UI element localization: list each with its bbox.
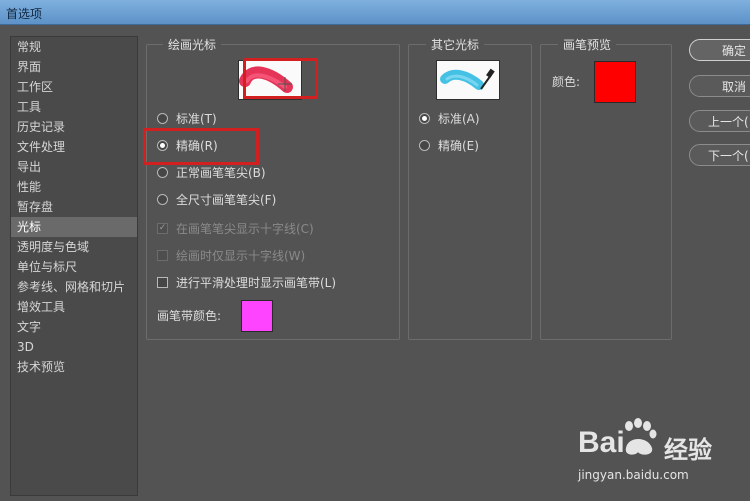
watermark-url: jingyan.baidu.com: [578, 468, 689, 482]
sidebar-item-plugins[interactable]: 增效工具: [11, 297, 137, 317]
radio-standard-t[interactable]: [157, 113, 168, 124]
other-cursor-standard[interactable]: 标准(A): [419, 109, 480, 129]
sidebar-item-file-handling[interactable]: 文件处理: [11, 137, 137, 157]
checkbox-only-crosshair-w: [157, 250, 168, 261]
highlight-precise-option: [143, 128, 259, 165]
checkbox-label: 在画笔笔尖显示十字线(C): [176, 222, 314, 236]
brush-preview-color-swatch[interactable]: [594, 61, 636, 103]
eyedropper-preview-icon: [440, 68, 495, 90]
highlight-preview-box: [243, 58, 318, 99]
other-cursor-precise[interactable]: 精确(E): [419, 136, 479, 156]
option-label: 精确(E): [438, 139, 479, 153]
option-label: 全尺寸画笔笔尖(F): [176, 193, 277, 207]
other-cursors-title: 其它光标: [426, 36, 485, 53]
checkbox-brush-leash-l[interactable]: [157, 277, 168, 288]
radio-standard-a[interactable]: [419, 113, 430, 124]
sidebar-item-workspace[interactable]: 工作区: [11, 77, 137, 97]
sidebar-item-history[interactable]: 历史记录: [11, 117, 137, 137]
checkbox-label: 绘画时仅显示十字线(W): [176, 249, 306, 263]
other-cursors-group: 其它光标 标准(A) 精确(E): [408, 36, 532, 340]
watermark-brand-cn: 经验: [664, 436, 712, 464]
window-title-bar: 首选项: [0, 0, 750, 25]
painting-cursor-full-size-brush-tip[interactable]: 全尺寸画笔笔尖(F): [157, 190, 276, 210]
sidebar-item-cursors[interactable]: 光标: [11, 217, 137, 237]
show-brush-leash-while-smoothing[interactable]: 进行平滑处理时显示画笔带(L): [157, 273, 336, 293]
painting-cursor-normal-brush-tip[interactable]: 正常画笔笔尖(B): [157, 163, 266, 183]
option-label: 标准(A): [438, 112, 480, 126]
sidebar-item-technology-previews[interactable]: 技术预览: [11, 357, 137, 377]
previous-button[interactable]: 上一个(: [689, 110, 750, 132]
painting-cursors-title: 绘画光标: [163, 36, 222, 53]
baidu-jingyan-watermark: Bai 经验 jingyan.baidu.com: [578, 418, 750, 488]
brush-preview-color-label: 颜色:: [552, 75, 581, 89]
option-label: 正常画笔笔尖(B): [176, 166, 266, 180]
sidebar-item-export[interactable]: 导出: [11, 157, 137, 177]
radio-full-size-brush-tip-f[interactable]: [157, 194, 168, 205]
sidebar-item-units-rulers[interactable]: 单位与标尺: [11, 257, 137, 277]
brush-leash-color-swatch[interactable]: [241, 300, 273, 332]
window-title: 首选项: [6, 7, 43, 21]
sidebar-item-scratch-disks[interactable]: 暂存盘: [11, 197, 137, 217]
option-label: 标准(T): [176, 112, 217, 126]
brush-preview-group: 画笔预览 颜色:: [540, 36, 672, 340]
only-show-crosshair-while-painting: 绘画时仅显示十字线(W): [157, 246, 305, 266]
radio-precise-e[interactable]: [419, 140, 430, 151]
watermark-brand: Bai: [578, 426, 625, 459]
sidebar-item-type[interactable]: 文字: [11, 317, 137, 337]
sidebar-item-interface[interactable]: 界面: [11, 57, 137, 77]
checkbox-show-crosshair-c: ✓: [157, 223, 168, 234]
cancel-button[interactable]: 取消: [689, 75, 750, 97]
brush-leash-color-label: 画笔带颜色:: [157, 309, 222, 323]
radio-normal-brush-tip-b[interactable]: [157, 167, 168, 178]
preferences-category-list[interactable]: 常规 界面 工作区 工具 历史记录 文件处理 导出 性能 暂存盘 光标 透明度与…: [10, 36, 138, 496]
sidebar-item-general[interactable]: 常规: [11, 37, 137, 57]
brush-preview-title: 画笔预览: [558, 36, 617, 53]
ok-button[interactable]: 确定: [689, 39, 750, 61]
painting-cursor-standard[interactable]: 标准(T): [157, 109, 217, 129]
sidebar-item-3d[interactable]: 3D: [11, 337, 137, 357]
show-crosshair-in-brush-tip: ✓ 在画笔笔尖显示十字线(C): [157, 219, 314, 239]
other-cursor-preview: [436, 60, 500, 100]
sidebar-item-performance[interactable]: 性能: [11, 177, 137, 197]
sidebar-item-transparency-gamut[interactable]: 透明度与色域: [11, 237, 137, 257]
sidebar-item-tools[interactable]: 工具: [11, 97, 137, 117]
sidebar-item-guides-grid-slices[interactable]: 参考线、网格和切片: [11, 277, 137, 297]
next-button[interactable]: 下一个(: [689, 144, 750, 166]
checkbox-label: 进行平滑处理时显示画笔带(L): [176, 276, 337, 290]
